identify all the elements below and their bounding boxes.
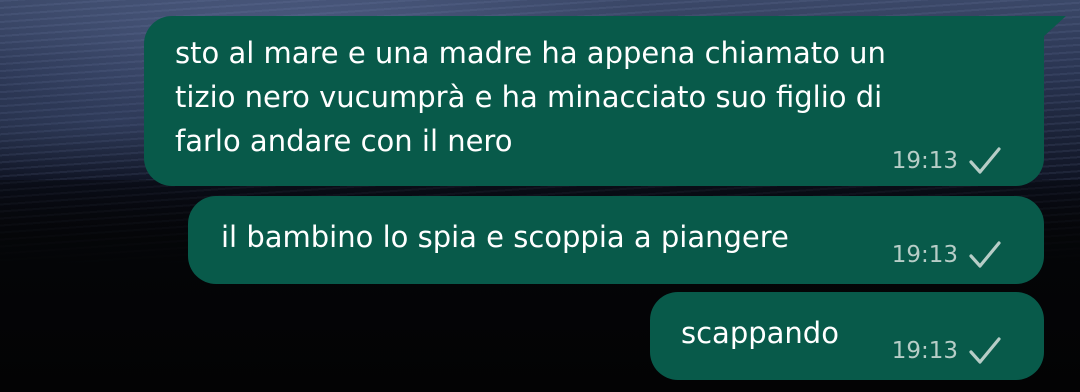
message-time: 19:13	[891, 242, 958, 268]
message-meta: 19:13	[892, 240, 1002, 270]
message-text-line: tizio nero vucumprà e ha minacciato suo …	[175, 80, 883, 114]
message-text-line: farlo andare con il nero	[175, 124, 513, 158]
message-text: scappando	[681, 316, 839, 350]
single-check-icon	[969, 241, 1001, 268]
outgoing-message-bubble[interactable]: il bambino lo spia e scoppia a piangere …	[188, 196, 1044, 284]
single-check-icon	[969, 147, 1001, 174]
bubble-tail	[1042, 16, 1066, 38]
message-text-line: sto al mare e una madre ha appena chiama…	[175, 36, 886, 70]
message-meta: 19:13	[892, 336, 1002, 366]
single-check-icon	[969, 337, 1001, 364]
outgoing-message-bubble[interactable]: scappando 19:13	[650, 292, 1044, 380]
outgoing-message-bubble[interactable]: sto al mare e una madre ha appena chiama…	[144, 16, 1066, 186]
message-meta: 19:13	[892, 146, 1002, 176]
message-time: 19:13	[891, 148, 958, 174]
message-text: il bambino lo spia e scoppia a piangere	[221, 220, 789, 254]
message-time: 19:13	[891, 338, 958, 364]
